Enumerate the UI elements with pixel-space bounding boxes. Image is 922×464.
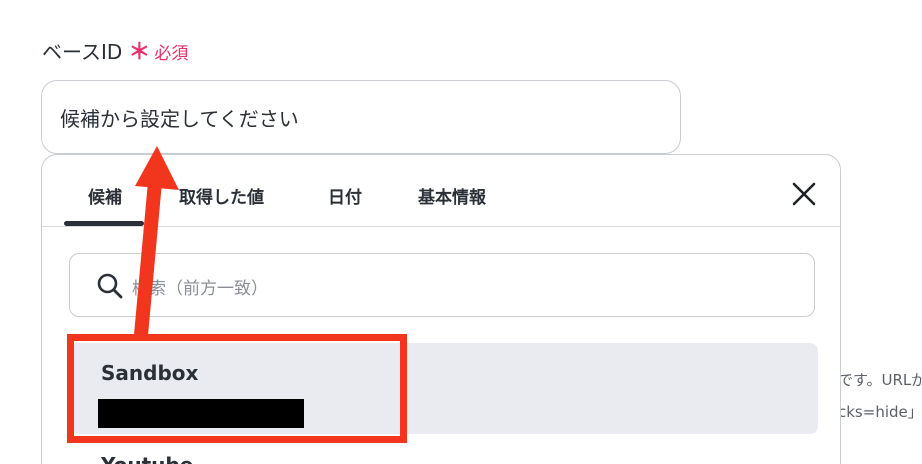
tab-fetched-values[interactable]: 取得した値 <box>179 183 264 208</box>
field-label-text: ベースID <box>42 40 123 64</box>
required-text: 必須 <box>154 44 189 64</box>
tab-candidates[interactable]: 候補 <box>88 183 122 208</box>
field-label: ベースID ＊ 必須 <box>42 34 188 66</box>
base-id-select[interactable]: 候補から設定してください <box>41 80 681 154</box>
search-placeholder: 検索（前方一致） <box>132 279 268 299</box>
close-button[interactable] <box>789 179 819 209</box>
search-icon <box>97 273 123 299</box>
select-placeholder: 候補から設定してください <box>60 107 299 131</box>
page: ベースID ＊ 必須 候補から設定してください です。URLが cks=hide… <box>0 0 922 464</box>
background-hint-line2: cks=hide」 <box>838 403 922 421</box>
option-youtube[interactable]: Youtube <box>101 453 193 464</box>
tab-bar: 候補 取得した値 日付 基本情報 <box>42 155 840 227</box>
tab-date[interactable]: 日付 <box>328 183 362 208</box>
background-hint-line1: です。URLが <box>838 371 922 389</box>
annotation-highlight-box <box>67 334 407 443</box>
search-input[interactable]: 検索（前方一致） <box>69 253 815 317</box>
required-asterisk: ＊ <box>128 40 151 65</box>
active-tab-indicator <box>64 221 144 226</box>
close-icon <box>792 182 816 206</box>
tab-basic-info[interactable]: 基本情報 <box>418 183 486 208</box>
